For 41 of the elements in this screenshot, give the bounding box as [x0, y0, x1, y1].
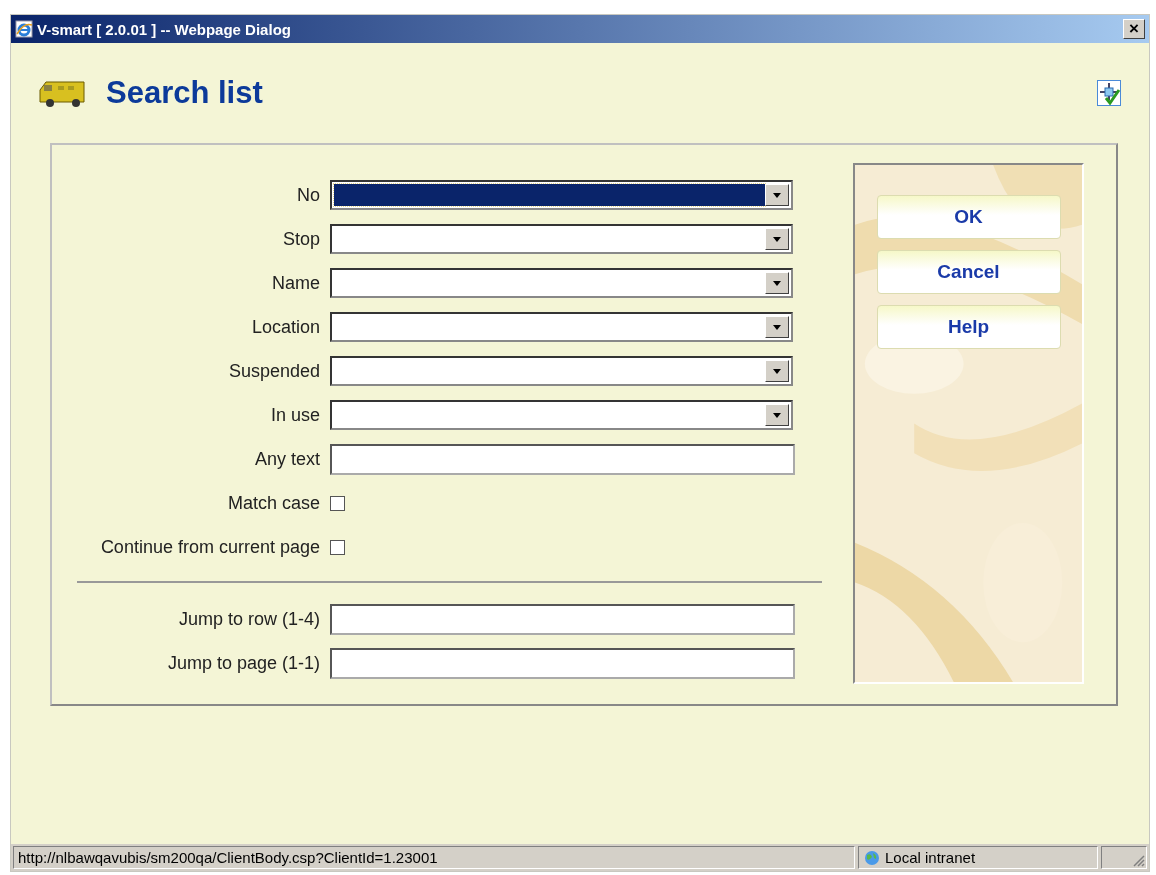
field-label: Match case: [226, 492, 321, 514]
page-title: Search list: [106, 75, 264, 111]
dropdown-field[interactable]: [330, 224, 793, 254]
field-label: In use: [269, 404, 321, 426]
input-field[interactable]: [330, 443, 795, 475]
resize-grip[interactable]: [1133, 855, 1145, 867]
field-label: Location: [250, 316, 321, 338]
input-field[interactable]: [330, 647, 795, 679]
caret-icon: [773, 412, 781, 418]
browser-icon: [15, 20, 33, 38]
dialog-button[interactable]: Help: [876, 305, 1061, 349]
truck-icon: [38, 78, 88, 108]
dropdown-field[interactable]: [330, 356, 793, 386]
checkbox[interactable]: [330, 495, 345, 511]
globe-icon: [863, 848, 881, 867]
dropdown-field[interactable]: [330, 268, 793, 298]
field-label: Jump to row (1-4): [177, 608, 321, 630]
field-label: Continue from current page: [99, 536, 321, 558]
caret-icon: [773, 324, 781, 330]
field-label: Jump to page (1-1): [166, 652, 321, 674]
window-title: V-smart [ 2.0.01 ] -- Webpage Dialog: [37, 20, 292, 38]
dropdown-field[interactable]: [330, 400, 793, 430]
field-label: Suspended: [227, 360, 321, 382]
field-label: Name: [271, 272, 321, 294]
field-label: No: [296, 184, 321, 206]
zone-label: Local intranet: [885, 849, 976, 866]
caret-icon: [773, 192, 781, 198]
move-check-icon[interactable]: [1097, 80, 1121, 106]
caret-icon: [773, 368, 781, 374]
close-button[interactable]: ×: [1123, 19, 1145, 39]
dialog-button[interactable]: Cancel: [876, 250, 1061, 294]
status-url: http://nlbawqavubis/sm200qa/ClientBody.csp?ClientId=1.23001: [13, 846, 855, 869]
field-label: Stop: [281, 228, 321, 250]
caret-icon: [773, 236, 781, 242]
dialog-button[interactable]: OK: [876, 195, 1061, 239]
field-label: Any text: [253, 448, 321, 470]
dropdown-field[interactable]: [330, 312, 793, 342]
checkbox[interactable]: [330, 539, 345, 555]
input-field[interactable]: [330, 603, 795, 635]
caret-icon: [773, 280, 781, 286]
dropdown-field[interactable]: [330, 180, 793, 210]
